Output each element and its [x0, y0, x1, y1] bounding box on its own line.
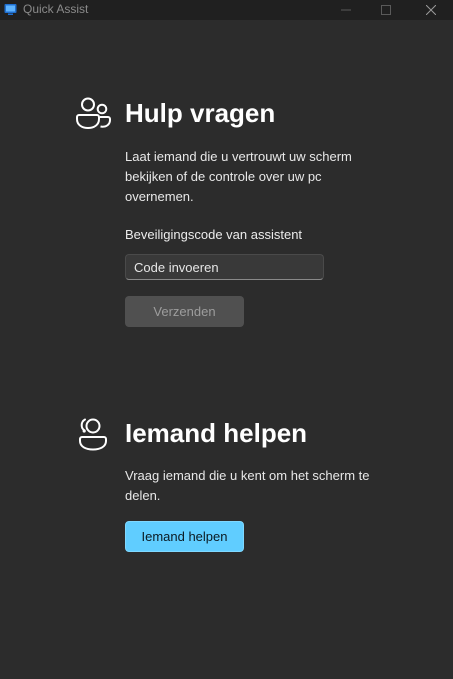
- window-title: Quick Assist: [23, 2, 89, 16]
- submit-button[interactable]: Verzenden: [125, 296, 244, 327]
- close-icon: [426, 5, 436, 15]
- minimize-icon: [341, 9, 351, 11]
- minimize-button[interactable]: [329, 0, 363, 20]
- title-bar: Quick Assist: [0, 0, 453, 20]
- help-someone-button[interactable]: Iemand helpen: [125, 521, 244, 552]
- maximize-button[interactable]: [369, 0, 403, 20]
- get-help-description: Laat iemand die u vertrouwt uw scherm be…: [125, 149, 352, 204]
- get-help-heading: Hulp vragen: [125, 98, 276, 128]
- maximize-icon: [381, 5, 391, 15]
- quick-assist-icon: [4, 4, 17, 15]
- quick-assist-window: Quick Assist Hulp vragen Laat iemand die…: [0, 0, 453, 679]
- security-code-label: Beveiligingscode van assistent: [125, 227, 303, 242]
- close-button[interactable]: [414, 0, 448, 20]
- security-code-input[interactable]: [125, 254, 324, 280]
- person-support-icon: [79, 418, 107, 451]
- give-help-heading: Iemand helpen: [125, 418, 308, 448]
- give-help-description: Vraag iemand die u kent om het scherm te…: [125, 468, 370, 503]
- people-icon: [76, 97, 111, 130]
